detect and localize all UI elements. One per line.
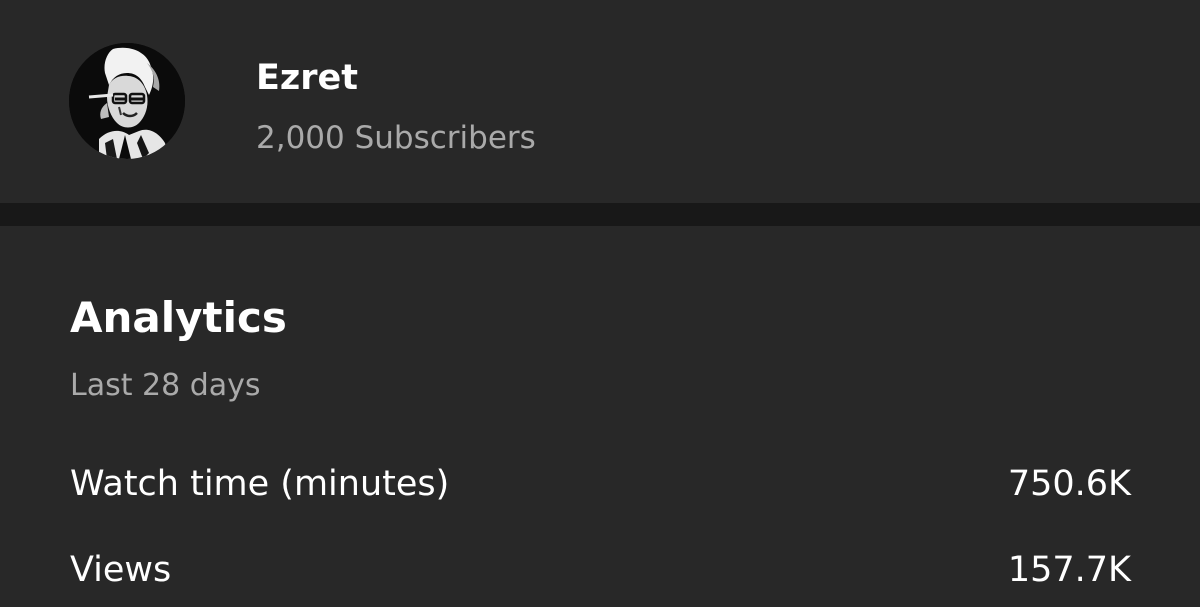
analytics-card[interactable]: Analytics Last 28 days Watch time (minut… <box>0 226 1200 607</box>
section-divider <box>0 203 1200 226</box>
subscriber-count: 2,000 Subscribers <box>256 120 536 156</box>
channel-header[interactable]: Ezret 2,000 Subscribers <box>0 0 1200 203</box>
channel-avatar[interactable] <box>69 43 185 159</box>
avatar-portrait-image <box>69 43 185 159</box>
metric-row-views[interactable]: Views 157.7K <box>70 546 1131 594</box>
channel-name[interactable]: Ezret <box>256 56 358 100</box>
analytics-period: Last 28 days <box>70 368 261 403</box>
metric-label-watch-time: Watch time (minutes) <box>70 464 450 504</box>
metric-value-views: 157.7K <box>1007 550 1131 590</box>
analytics-title: Analytics <box>70 293 287 342</box>
metric-value-watch-time: 750.6K <box>1007 464 1131 504</box>
metric-label-views: Views <box>70 550 172 590</box>
metric-row-watch-time[interactable]: Watch time (minutes) 750.6K <box>70 460 1131 508</box>
